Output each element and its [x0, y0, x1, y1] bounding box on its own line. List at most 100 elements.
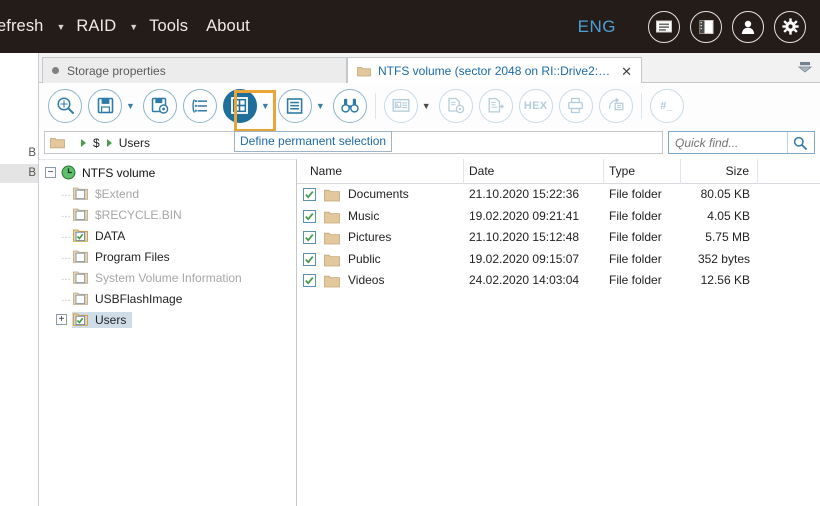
explore-magnifier-icon[interactable] [48, 88, 82, 123]
chevron-down-icon[interactable]: ▼ [316, 101, 325, 111]
menu-item-tools[interactable]: Tools [140, 17, 197, 36]
folder-checkbox-checked[interactable] [73, 313, 88, 326]
folder-checkbox-checked[interactable] [73, 229, 88, 242]
row-checkbox[interactable] [303, 188, 316, 202]
list-properties-icon[interactable] [182, 88, 217, 123]
tree-line-icon: … [61, 251, 72, 262]
save-settings-icon[interactable] [142, 88, 177, 123]
folder-checkbox-unchecked[interactable] [73, 292, 88, 305]
column-header-type[interactable]: Type [604, 158, 681, 184]
tree-node-usbflashimage[interactable]: … USBFlashImage [39, 288, 296, 309]
breadcrumb-segment-root[interactable]: $ [93, 136, 100, 150]
row-spacer [758, 227, 820, 249]
tab-label: Storage properties [67, 63, 166, 78]
table-row[interactable]: Documents 21.10.2020 15:22:36 File folde… [297, 184, 820, 206]
toolbar-separator [640, 92, 642, 119]
copy-settings-icon[interactable] [438, 88, 473, 123]
file-date: 19.02.2020 09:21:41 [469, 208, 580, 223]
file-list-panel: Name Date Type Size Documents 21.10.2020… [297, 158, 820, 506]
copy-file-icon[interactable] [478, 88, 513, 123]
row-spacer [758, 206, 820, 228]
breadcrumb-arrow-icon [106, 138, 112, 147]
close-icon[interactable]: ✕ [613, 65, 632, 78]
folder-checkbox-unchecked[interactable] [73, 187, 88, 200]
tree-line-icon: … [61, 272, 72, 283]
file-name-cell: Music [297, 206, 464, 228]
search-input[interactable] [669, 132, 787, 153]
tree-line-icon: … [61, 209, 72, 220]
address-bar: $ Users [39, 131, 820, 156]
file-date: 21.10.2020 15:22:36 [469, 187, 580, 201]
view-mode-icon[interactable] [277, 88, 312, 123]
tab-storage-properties[interactable]: Storage properties [42, 57, 347, 83]
tree-node-selection: Users [72, 311, 133, 328]
breadcrumb-segment-users[interactable]: Users [119, 136, 150, 150]
file-type: File folder [609, 208, 662, 223]
row-checkbox[interactable] [303, 252, 316, 266]
tree-node-program-files[interactable]: … Program Files [39, 246, 296, 267]
column-header-size[interactable]: Size [681, 158, 758, 184]
tree-node-data[interactable]: … DATA [39, 225, 296, 246]
row-checkbox[interactable] [303, 274, 316, 288]
settings-gear-icon[interactable] [774, 10, 806, 43]
menu-bar-right-controls: ENG [578, 10, 820, 43]
file-list-header: Name Date Type Size [297, 158, 820, 184]
chevron-down-icon[interactable]: ▼ [125, 22, 140, 32]
left-partial-panel: B B [0, 53, 39, 506]
tab-ntfs-volume[interactable]: NTFS volume (sector 2048 on RI::Drive2: … [347, 57, 642, 84]
tree-collapse-toggle[interactable]: − [45, 167, 56, 178]
tab-label: NTFS volume (sector 2048 on RI::Drive2: … [378, 64, 613, 78]
menu-item-refresh[interactable]: efresh [0, 17, 52, 36]
preview-pane-icon[interactable] [383, 88, 418, 123]
row-checkbox[interactable] [303, 231, 316, 245]
quick-find-box[interactable] [668, 131, 815, 154]
table-row[interactable]: Pictures 21.10.2020 15:12:48 File folder… [297, 227, 820, 249]
folder-icon [50, 137, 65, 149]
panel-layout-icon[interactable] [690, 10, 722, 43]
menu-item-raid[interactable]: RAID [67, 17, 125, 36]
tree-node-system-volume-information[interactable]: … System Volume Information [39, 267, 296, 288]
main-menu-bar: efresh ▼ RAID ▼ Tools About ENG [0, 0, 820, 53]
tree-node-label: System Volume Information [95, 270, 242, 285]
numbering-icon[interactable]: #_ [649, 88, 684, 123]
tree-node-root[interactable]: − NTFS volume [39, 162, 296, 183]
column-header-date[interactable]: Date [464, 158, 604, 184]
window-list-icon[interactable] [648, 10, 680, 43]
menu-item-about[interactable]: About [197, 17, 259, 36]
tree-node-recycle-bin[interactable]: … $RECYCLE.BIN [39, 204, 296, 225]
file-name: Videos [348, 273, 385, 287]
folder-checkbox-unchecked[interactable] [73, 208, 88, 221]
folder-icon [324, 188, 340, 202]
chevron-down-icon[interactable]: ▼ [422, 101, 431, 111]
search-icon[interactable] [787, 132, 812, 153]
save-disk-icon[interactable] [88, 88, 122, 123]
chevron-down-icon[interactable]: ▼ [126, 101, 135, 111]
row-checkbox[interactable] [303, 209, 316, 223]
table-row[interactable]: Music 19.02.2020 09:21:41 File folder 4.… [297, 206, 820, 228]
column-header-name[interactable]: Name [297, 158, 464, 184]
find-binoculars-icon[interactable] [332, 88, 367, 123]
tree-node-label: Program Files [95, 249, 170, 264]
chevron-down-icon[interactable]: ▼ [52, 22, 67, 32]
tree-node-extend[interactable]: … $Extend [39, 183, 296, 204]
print-icon[interactable] [558, 88, 593, 123]
collapse-panel-icon[interactable] [797, 61, 813, 75]
user-account-icon[interactable] [732, 10, 764, 43]
file-type: File folder [609, 251, 662, 266]
file-name: Pictures [348, 230, 392, 244]
toolbar-buttons: ▼ ▼ ▼ ▼ HEX #_ [45, 88, 687, 132]
tree-node-label: USBFlashImage [95, 291, 183, 306]
language-indicator[interactable]: ENG [578, 17, 616, 37]
folder-checkbox-unchecked[interactable] [73, 250, 88, 263]
folder-icon [324, 210, 340, 224]
tree-node-label: Users [95, 312, 127, 327]
file-size: 12.56 KB [700, 273, 750, 287]
file-type: File folder [609, 230, 662, 244]
folder-checkbox-unchecked[interactable] [73, 271, 88, 284]
tree-expand-toggle[interactable]: + [56, 314, 67, 325]
export-icon[interactable] [598, 88, 633, 123]
table-row[interactable]: Videos 24.02.2020 14:03:04 File folder 1… [297, 270, 820, 292]
table-row[interactable]: Public 19.02.2020 09:15:07 File folder 3… [297, 249, 820, 271]
tree-node-users[interactable]: + Users [39, 309, 296, 330]
hex-viewer-icon[interactable]: HEX [518, 88, 553, 123]
